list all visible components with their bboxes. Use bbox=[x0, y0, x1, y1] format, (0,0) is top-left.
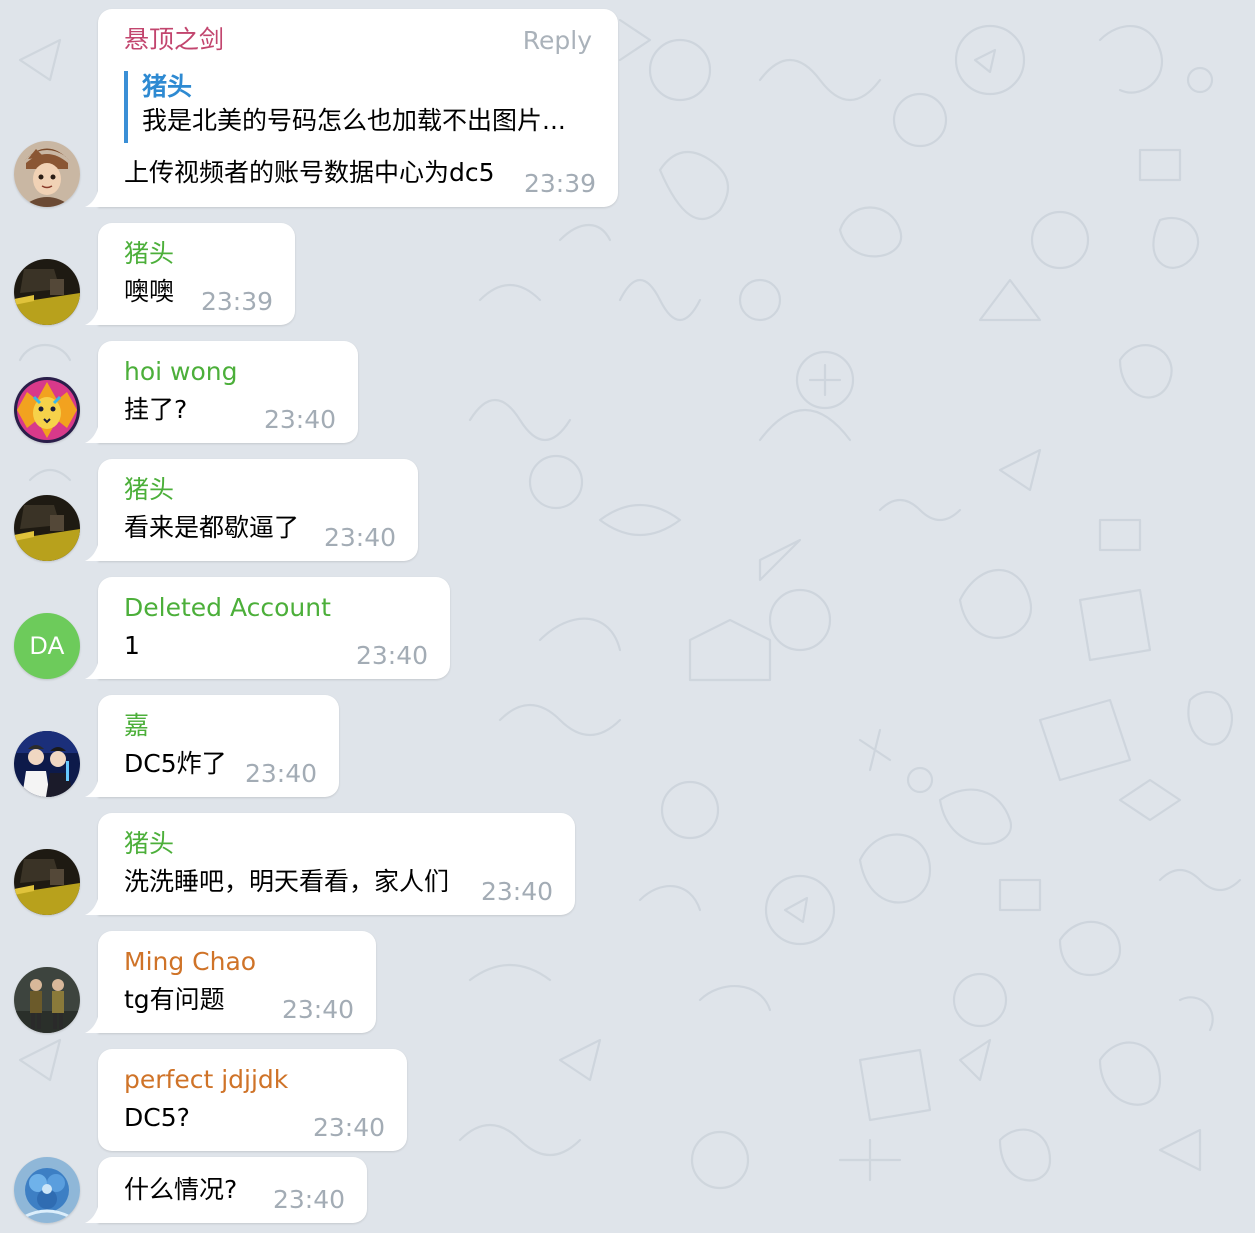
message-list[interactable]: 悬顶之剑 Reply 猪头 我是北美的号码怎么也加载不出图片... 上传视频者的… bbox=[0, 0, 1255, 1233]
dark-photo-avatar-icon[interactable] bbox=[14, 495, 80, 561]
message-text: DC5? bbox=[124, 1103, 190, 1132]
message-time: 23:40 bbox=[312, 1113, 385, 1142]
message-text: 1 bbox=[124, 631, 140, 660]
message-time: 23:40 bbox=[244, 759, 317, 788]
message-time: 23:40 bbox=[355, 641, 428, 670]
sender-name[interactable]: 嘉 bbox=[124, 710, 149, 742]
sender-name[interactable]: 猪头 bbox=[124, 828, 174, 860]
message-text: 挂了? bbox=[124, 395, 188, 424]
message-bubble[interactable]: 悬顶之剑 Reply 猪头 我是北美的号码怎么也加载不出图片... 上传视频者的… bbox=[98, 9, 618, 207]
message-bubble[interactable]: 什么情况? 23:40 bbox=[98, 1157, 367, 1223]
game-characters-avatar-icon[interactable] bbox=[14, 967, 80, 1033]
dark-photo-avatar-icon[interactable] bbox=[14, 849, 80, 915]
blue-flower-avatar-icon[interactable] bbox=[14, 1157, 80, 1223]
message-bubble[interactable]: 猪头 看来是都歇逼了 23:40 bbox=[98, 459, 418, 561]
sender-name[interactable]: 猪头 bbox=[124, 474, 174, 506]
sender-name[interactable]: 猪头 bbox=[124, 238, 174, 270]
cartoon-character-avatar-icon[interactable] bbox=[14, 141, 80, 207]
message-text: 噢噢 bbox=[124, 277, 175, 306]
sender-name[interactable]: Deleted Account bbox=[124, 592, 331, 624]
two-people-photo-avatar-icon[interactable] bbox=[14, 731, 80, 797]
sender-name[interactable]: hoi wong bbox=[124, 356, 238, 388]
message-bubble[interactable]: 嘉 DC5炸了 23:40 bbox=[98, 695, 339, 797]
message-time: 23:40 bbox=[263, 405, 336, 434]
colorful-lion-avatar-icon[interactable] bbox=[14, 377, 80, 443]
avatar[interactable]: DA bbox=[14, 613, 80, 679]
message-bubble[interactable]: 猪头 噢噢 23:39 bbox=[98, 223, 295, 325]
message-text: 看来是都歇逼了 bbox=[124, 513, 300, 542]
message-text: DC5炸了 bbox=[124, 749, 227, 778]
message-time: 23:40 bbox=[323, 523, 396, 552]
message-time: 23:39 bbox=[200, 287, 273, 316]
message-time: 23:40 bbox=[272, 1185, 345, 1214]
sender-name[interactable]: 悬顶之剑 bbox=[124, 24, 224, 56]
message-text: 洗洗睡吧，明天看看，家人们 bbox=[124, 867, 450, 896]
message-time: 23:39 bbox=[523, 169, 596, 198]
quoted-text: 我是北美的号码怎么也加载不出图片... bbox=[142, 106, 566, 135]
dark-photo-avatar-icon[interactable] bbox=[14, 259, 80, 325]
message-bubble[interactable]: Deleted Account 1 23:40 bbox=[98, 577, 450, 679]
reply-button[interactable]: Reply bbox=[523, 26, 592, 56]
message-time: 23:40 bbox=[480, 877, 553, 906]
message-text: 什么情况? bbox=[124, 1175, 238, 1204]
sender-name[interactable]: Ming Chao bbox=[124, 946, 256, 978]
quoted-message[interactable]: 猪头 我是北美的号码怎么也加载不出图片... bbox=[124, 71, 566, 143]
message-text: 上传视频者的账号数据中心为dc5 bbox=[124, 158, 495, 187]
message-bubble[interactable]: 猪头 洗洗睡吧，明天看看，家人们 23:40 bbox=[98, 813, 575, 915]
message-bubble[interactable]: Ming Chao tg有问题 23:40 bbox=[98, 931, 376, 1033]
message-text: tg有问题 bbox=[124, 985, 225, 1014]
quoted-sender-name: 猪头 bbox=[142, 72, 193, 101]
message-time: 23:40 bbox=[281, 995, 354, 1024]
message-bubble[interactable]: hoi wong 挂了? 23:40 bbox=[98, 341, 358, 443]
message-bubble[interactable]: perfect jdjjdk DC5? 23:40 bbox=[98, 1049, 407, 1151]
sender-name[interactable]: perfect jdjjdk bbox=[124, 1064, 288, 1096]
